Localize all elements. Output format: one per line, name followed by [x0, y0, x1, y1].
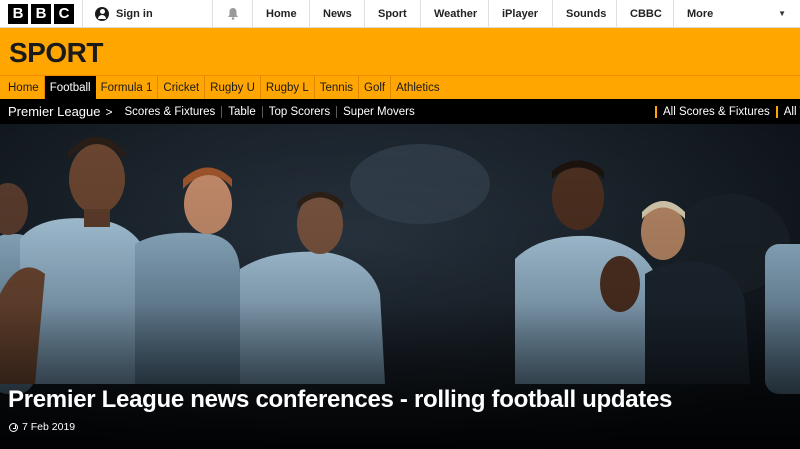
global-nav-links: Home News Sport Weather iPlayer Sounds C… [252, 0, 800, 27]
section-cricket[interactable]: Cricket [158, 75, 206, 100]
nav-weather[interactable]: Weather [420, 0, 488, 27]
section-rugby-union[interactable]: Rugby U [205, 75, 261, 100]
subnav-right: All Scores & Fixtures All T [655, 99, 800, 124]
notifications-button[interactable] [212, 0, 252, 27]
hero-story[interactable]: Premier League news conferences - rollin… [0, 124, 800, 449]
account-icon [95, 6, 109, 21]
nav-more-label: More [687, 7, 714, 20]
section-nav: Home Football Formula 1 Cricket Rugby U … [0, 75, 800, 100]
global-nav: B B C Sign in Home News Sport Weather iP… [0, 0, 800, 28]
bell-icon [227, 8, 238, 20]
section-home[interactable]: Home [0, 75, 45, 100]
subnav-scores-fixtures[interactable]: Scores & Fixtures [119, 105, 223, 118]
subnav-all-teams[interactable]: All T [775, 105, 800, 118]
nav-more-button[interactable]: More ▼ [673, 0, 800, 27]
competition-title[interactable]: Premier League [0, 104, 101, 119]
subnav-top-scorers[interactable]: Top Scorers [263, 105, 338, 118]
section-tennis[interactable]: Tennis [315, 75, 360, 100]
bbc-logo-letter: B [31, 3, 51, 24]
nav-sounds[interactable]: Sounds [552, 0, 616, 27]
section-football[interactable]: Football [44, 75, 96, 100]
signin-label: Sign in [116, 7, 153, 20]
bbc-logo[interactable]: B B C [0, 0, 82, 27]
section-formula1[interactable]: Formula 1 [96, 75, 159, 100]
nav-iplayer[interactable]: iPlayer [488, 0, 552, 27]
subnav-table[interactable]: Table [222, 105, 263, 118]
subnav-all-scores-fixtures[interactable]: All Scores & Fixtures [655, 105, 776, 118]
competition-nav: Premier League > Scores & Fixtures Table… [0, 99, 800, 124]
chevron-down-icon: ▼ [778, 9, 786, 18]
bbc-logo-letter: B [8, 3, 28, 24]
section-golf[interactable]: Golf [359, 75, 392, 100]
nav-sport[interactable]: Sport [364, 0, 420, 27]
subnav-super-movers[interactable]: Super Movers [337, 106, 421, 118]
nav-news[interactable]: News [309, 0, 364, 27]
clock-icon [9, 422, 18, 432]
nav-home[interactable]: Home [252, 0, 309, 27]
hero-headline[interactable]: Premier League news conferences - rollin… [8, 386, 672, 414]
section-rugby-league[interactable]: Rugby L [261, 75, 315, 100]
hero-date-text: 7 Feb 2019 [22, 421, 76, 433]
sport-header: SPORT [0, 28, 800, 75]
sport-title[interactable]: SPORT [9, 37, 103, 69]
bbc-logo-letter: C [54, 3, 74, 24]
section-athletics[interactable]: Athletics [391, 76, 444, 100]
signin-button[interactable]: Sign in [82, 0, 212, 27]
hero-date: 7 Feb 2019 [9, 421, 75, 433]
nav-cbbc[interactable]: CBBC [616, 0, 673, 27]
chevron-right-icon: > [105, 104, 113, 119]
